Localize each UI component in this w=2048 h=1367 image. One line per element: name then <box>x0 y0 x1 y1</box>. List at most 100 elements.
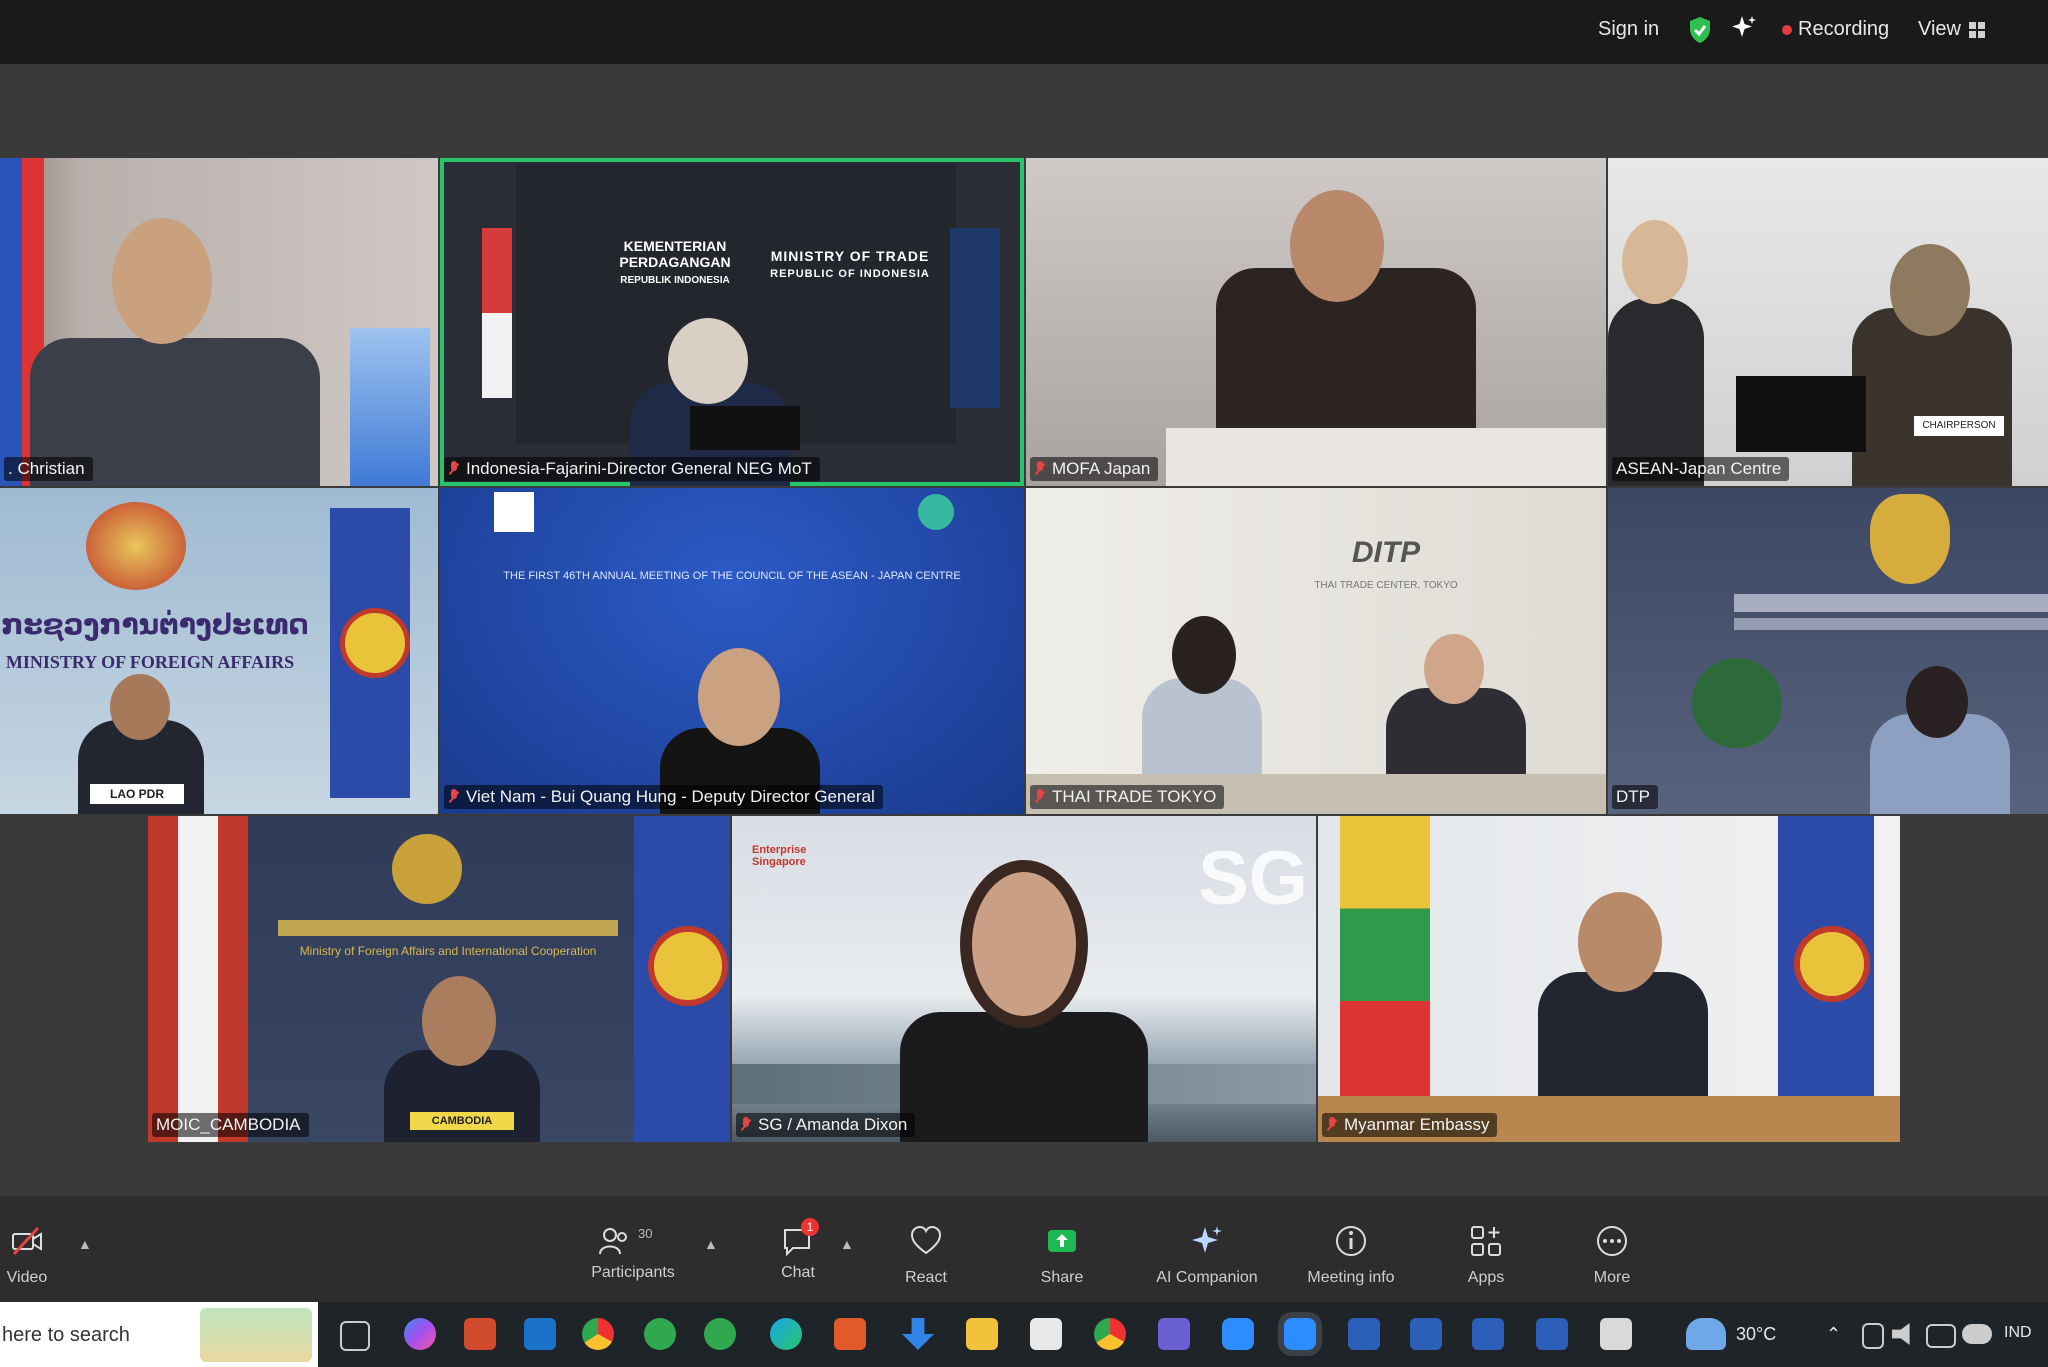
copilot-icon[interactable] <box>404 1318 436 1350</box>
recording-indicator[interactable]: Recording <box>1782 18 1889 41</box>
video-tile-asean-japan-centre[interactable]: CHAIRPERSON ASEAN-Japan Centre <box>1608 158 2048 486</box>
person-head <box>1890 244 1970 336</box>
flag-cambodia <box>148 816 248 1142</box>
video-options-chevron-up-icon[interactable]: ▲ <box>78 1236 92 1252</box>
person-head <box>422 976 496 1066</box>
person-head <box>1290 190 1384 302</box>
sign-in-link[interactable]: Sign in <box>1598 18 1659 41</box>
meeting-info-button[interactable]: Meeting info <box>1296 1224 1406 1287</box>
cambodia-emblem <box>392 834 462 904</box>
sign-khmer <box>278 920 618 936</box>
info-icon <box>1336 1226 1366 1256</box>
weather-temperature: 30°C <box>1736 1324 1777 1344</box>
video-tile-lao-pdr[interactable]: ກະຊວງການຕ່າງປະເທດ MINISTRY OF FOREIGN AF… <box>0 488 438 814</box>
notepad-icon[interactable] <box>1030 1318 1062 1350</box>
teams-icon[interactable] <box>1158 1318 1190 1350</box>
search-placeholder: here to search <box>2 1324 130 1346</box>
video-tile-mofa-japan[interactable]: MOFA Japan <box>1026 158 1606 486</box>
desk-name-plate: CHAIRPERSON <box>1914 416 2004 436</box>
battery-icon[interactable] <box>1862 1323 1884 1349</box>
document-viewer-icon[interactable] <box>1600 1318 1632 1350</box>
participants-options-chevron-up-icon[interactable]: ▲ <box>704 1236 718 1252</box>
video-tile-cambodia[interactable]: Ministry of Foreign Affairs and Internat… <box>148 816 730 1142</box>
file-explorer-icon[interactable] <box>966 1318 998 1350</box>
chrome-profile-icon[interactable] <box>1094 1318 1126 1350</box>
video-tile-viet-nam[interactable]: THE FIRST 46TH ANNUAL MEETING OF THE COU… <box>440 488 1024 814</box>
participants-count: 30 <box>638 1226 653 1241</box>
thai-garuda-emblem <box>1870 494 1950 584</box>
participant-name: Indonesia-Fajarini-Director General NEG … <box>444 457 820 481</box>
powerpoint-icon[interactable] <box>834 1318 866 1350</box>
chrome-icon[interactable] <box>582 1318 614 1350</box>
shield-check-icon[interactable] <box>1688 16 1712 44</box>
weather-cloud-icon[interactable] <box>1686 1318 1726 1350</box>
video-tile-indonesia[interactable]: KEMENTERIAN PERDAGANGAN REPUBLIK INDONESI… <box>440 158 1024 486</box>
onedrive-cloud-icon[interactable] <box>1962 1324 1992 1344</box>
chat-options-chevron-up-icon[interactable]: ▲ <box>840 1236 854 1252</box>
ai-companion-sparkle-icon <box>1192 1226 1222 1253</box>
asean-japan-logo <box>918 494 954 530</box>
whatsapp-business-icon[interactable] <box>704 1318 736 1350</box>
video-tile-singapore[interactable]: Enterprise Singapore SG SG / Amanda Dixo… <box>732 816 1316 1142</box>
media-player-icon[interactable] <box>464 1318 496 1350</box>
whatsapp-icon[interactable] <box>644 1318 676 1350</box>
apps-icon <box>1471 1226 1501 1256</box>
sign-ministry-foreign-affairs: Ministry of Foreign Affairs and Internat… <box>299 944 597 958</box>
word-doc-4-icon[interactable] <box>1536 1318 1568 1350</box>
flag-myanmar <box>1340 816 1430 1096</box>
flag <box>350 328 430 486</box>
outlook-icon[interactable] <box>524 1318 556 1350</box>
laptop <box>1736 376 1866 452</box>
volume-icon[interactable] <box>1892 1323 1910 1345</box>
word-icon[interactable] <box>1348 1318 1380 1350</box>
word-doc-3-icon[interactable] <box>1472 1318 1504 1350</box>
edge-icon[interactable] <box>770 1318 802 1350</box>
person-head <box>112 218 212 344</box>
lao-emblem <box>86 502 186 590</box>
task-view-icon[interactable] <box>340 1321 370 1351</box>
participant-name: MOFA Japan <box>1030 457 1159 481</box>
video-tile-christian[interactable]: . Christian <box>0 158 438 486</box>
participant-name: Viet Nam - Bui Quang Hung - Deputy Direc… <box>444 785 883 809</box>
grid-view-icon <box>1969 21 1985 38</box>
taskbar-search-box[interactable]: here to search <box>0 1302 318 1367</box>
participant-name: DTP <box>1612 785 1658 809</box>
download-icon[interactable] <box>902 1318 934 1350</box>
ditp-logo-sub: THAI TRADE CENTER, TOKYO <box>1314 580 1458 591</box>
zoom-icon[interactable] <box>1222 1318 1254 1350</box>
network-icon[interactable] <box>1926 1324 1956 1348</box>
participants-button[interactable]: 30 Participants <box>578 1224 688 1282</box>
zoom-meeting-icon[interactable] <box>1284 1318 1316 1350</box>
participant-name: SG / Amanda Dixon <box>736 1113 916 1137</box>
word-doc-2-icon[interactable] <box>1410 1318 1442 1350</box>
desk-papers <box>1166 428 1606 486</box>
vietrade-logo <box>494 492 534 532</box>
person-head <box>1172 616 1236 694</box>
chat-button[interactable]: 1 Chat <box>770 1218 826 1282</box>
input-language[interactable]: IND <box>2004 1324 2032 1342</box>
video-tile-dtp[interactable]: DTP <box>1608 488 2048 814</box>
react-button[interactable]: React <box>896 1224 956 1287</box>
view-button[interactable]: View <box>1918 18 1985 41</box>
enterprise-singapore-logo: Enterprise Singapore <box>752 844 807 868</box>
tray-chevron-up-icon[interactable]: ⌃ <box>1826 1324 1841 1345</box>
video-tile-thai-trade-tokyo[interactable]: DITP THAI TRADE CENTER, TOKYO THAI TRADE… <box>1026 488 1606 814</box>
person-head <box>110 674 170 740</box>
flag-stripe <box>0 158 22 486</box>
ai-companion-button[interactable]: AI Companion <box>1142 1224 1272 1287</box>
participant-name: ASEAN-Japan Centre <box>1612 457 1790 481</box>
asean-emblem <box>1794 926 1870 1002</box>
mic-muted-icon <box>740 1117 752 1133</box>
chat-unread-badge: 1 <box>801 1218 819 1236</box>
video-tile-myanmar[interactable]: Myanmar Embassy <box>1318 816 1900 1142</box>
video-button[interactable]: Video <box>2 1224 52 1287</box>
mic-muted-icon <box>1034 461 1046 477</box>
search-highlight-image <box>200 1308 312 1362</box>
apps-button[interactable]: Apps <box>1458 1224 1514 1287</box>
ai-sparkle-icon[interactable] <box>1730 14 1758 42</box>
participant-name: MOIC_CAMBODIA <box>152 1113 309 1137</box>
more-button[interactable]: More <box>1584 1224 1640 1287</box>
participant-name: THAI TRADE TOKYO <box>1030 785 1225 809</box>
person-head <box>1424 634 1484 704</box>
share-button[interactable]: Share <box>1032 1224 1092 1287</box>
